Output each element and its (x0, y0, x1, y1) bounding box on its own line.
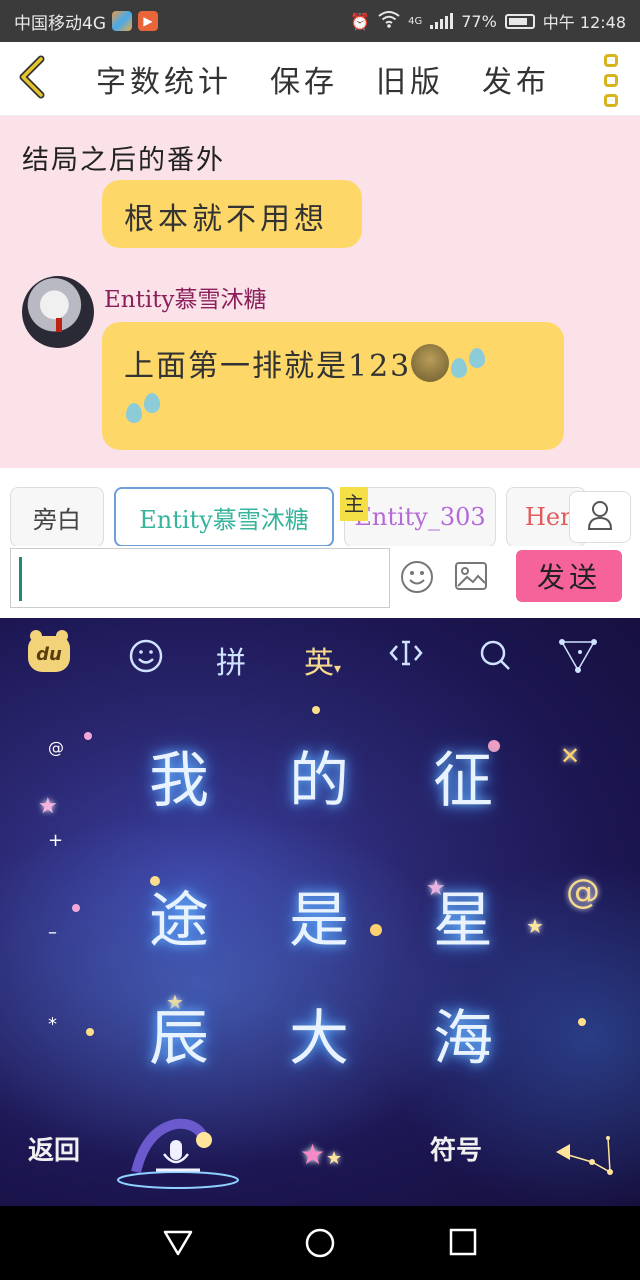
add-role-button[interactable] (569, 491, 631, 543)
key-tu[interactable]: 途 (134, 872, 224, 959)
signal-icon (430, 13, 454, 29)
constellation-delete-icon[interactable] (552, 1132, 618, 1186)
main-role-badge: 主 (340, 487, 368, 521)
keyboard-back-button[interactable]: 返回 (28, 1130, 80, 1167)
sweat-drops-emoji-icon (124, 389, 162, 427)
status-bar: 中国移动4G ▶ ⏰ 4G 77% 中午 12:48 (0, 0, 640, 42)
du-logo-icon[interactable]: du (28, 630, 70, 672)
more-vertical-icon[interactable] (604, 54, 618, 107)
story-title: 结局之后的番外 (22, 145, 225, 176)
alarm-icon: ⏰ (350, 11, 371, 31)
dropdown-arrow-icon: ▾ (334, 661, 342, 677)
network-type: 4G (408, 15, 423, 27)
star-dot (312, 706, 320, 714)
app-notification-icon (112, 11, 132, 31)
cursor-move-icon[interactable] (388, 638, 424, 676)
english-mode-button[interactable]: 英▾ (304, 638, 341, 682)
message-text: 上面第一排就是123 (124, 349, 412, 384)
voice-input-button[interactable] (116, 1110, 246, 1190)
star-dot (84, 732, 92, 740)
key-shi[interactable]: 是 (274, 872, 364, 959)
smile-emoji-icon (411, 344, 450, 382)
sparkle-icon: ✕ (560, 742, 581, 770)
image-icon[interactable] (454, 560, 488, 596)
symbol-plus: + (48, 830, 64, 851)
emoji-icon[interactable] (400, 560, 434, 598)
message-bubble[interactable]: 上面第一排就是123 (102, 322, 564, 450)
battery-percent: 77% (461, 11, 497, 31)
battery-icon (504, 13, 535, 29)
home-circle-icon[interactable] (304, 1228, 336, 1264)
key-xing[interactable]: 星 (418, 872, 508, 959)
avatar[interactable] (22, 276, 94, 348)
composer: 发送 (0, 546, 640, 618)
star-icon: ★ (526, 914, 544, 938)
keyboard-bottom-row: 返回 ★ ★ 符号 (0, 1110, 640, 1200)
key-zheng[interactable]: 征 (418, 732, 508, 819)
text-caret (19, 557, 22, 601)
star-icon: ★ (326, 1148, 343, 1169)
system-nav-bar (0, 1206, 640, 1280)
star-dot (578, 1018, 586, 1026)
keyboard-toolbar: du 拼 英▾ (0, 618, 640, 694)
symbol-star: * (48, 1014, 57, 1035)
pinyin-mode-button[interactable]: 拼 (216, 638, 246, 682)
wifi-icon (378, 10, 400, 32)
search-icon[interactable] (478, 638, 512, 680)
previous-message-bubble[interactable]: 根本就不用想 (102, 180, 362, 248)
role-selector: 旁白 Entity慕雪沐糖 Entity_303 Hero (0, 468, 640, 547)
english-mode-label: 英 (304, 646, 334, 681)
carrier-label: 中国移动4G (14, 13, 106, 34)
key-de[interactable]: 的 (274, 732, 364, 819)
editor-toolbar: 字数统计 保存 旧版 发布 (0, 42, 640, 116)
sweat-drops-emoji-icon (449, 344, 487, 382)
video-notification-icon: ▶ (138, 11, 158, 31)
word-count-button[interactable]: 字数统计 (96, 57, 232, 101)
send-button[interactable]: 发送 (516, 550, 622, 602)
publish-button[interactable]: 发布 (482, 57, 550, 101)
constellation-icon[interactable] (558, 638, 598, 682)
symbol-at: @ (48, 738, 64, 757)
person-icon (587, 500, 613, 534)
key-hai[interactable]: 海 (418, 990, 508, 1077)
sender-name: Entity慕雪沐糖 (104, 287, 267, 313)
recents-square-icon[interactable] (448, 1228, 478, 1262)
old-version-button[interactable]: 旧版 (376, 57, 444, 101)
clock: 中午 12:48 (542, 13, 626, 32)
chat-area[interactable]: 结局之后的番外 根本就不用想 Entity慕雪沐糖 上面第一排就是123 (0, 116, 640, 468)
star-icon: ★ (38, 794, 58, 819)
symbol-dash: – (48, 922, 57, 943)
key-chen[interactable]: 辰 (134, 990, 224, 1077)
star-icon: ★ (300, 1138, 326, 1171)
symbols-button[interactable]: 符号 (430, 1130, 482, 1167)
back-button[interactable] (0, 42, 64, 116)
emoji-keyboard-icon[interactable] (128, 638, 164, 682)
star-dot (86, 1028, 94, 1036)
message-input[interactable] (10, 548, 390, 608)
symbol-at-key[interactable]: @ (566, 872, 600, 912)
role-entity-muxue[interactable]: Entity慕雪沐糖 (114, 487, 334, 547)
back-triangle-icon[interactable] (162, 1228, 194, 1262)
key-da[interactable]: 大 (274, 990, 364, 1077)
save-button[interactable]: 保存 (270, 57, 338, 101)
key-wo[interactable]: 我 (134, 732, 224, 819)
chevron-left-icon (17, 55, 47, 103)
star-dot (370, 924, 382, 936)
star-dot (72, 904, 80, 912)
role-narrator[interactable]: 旁白 (10, 487, 104, 547)
keyboard: du 拼 英▾ ★ ★ ★ ★ ✕ @ + – * @ 我 的 征 途 是 星 … (0, 618, 640, 1206)
